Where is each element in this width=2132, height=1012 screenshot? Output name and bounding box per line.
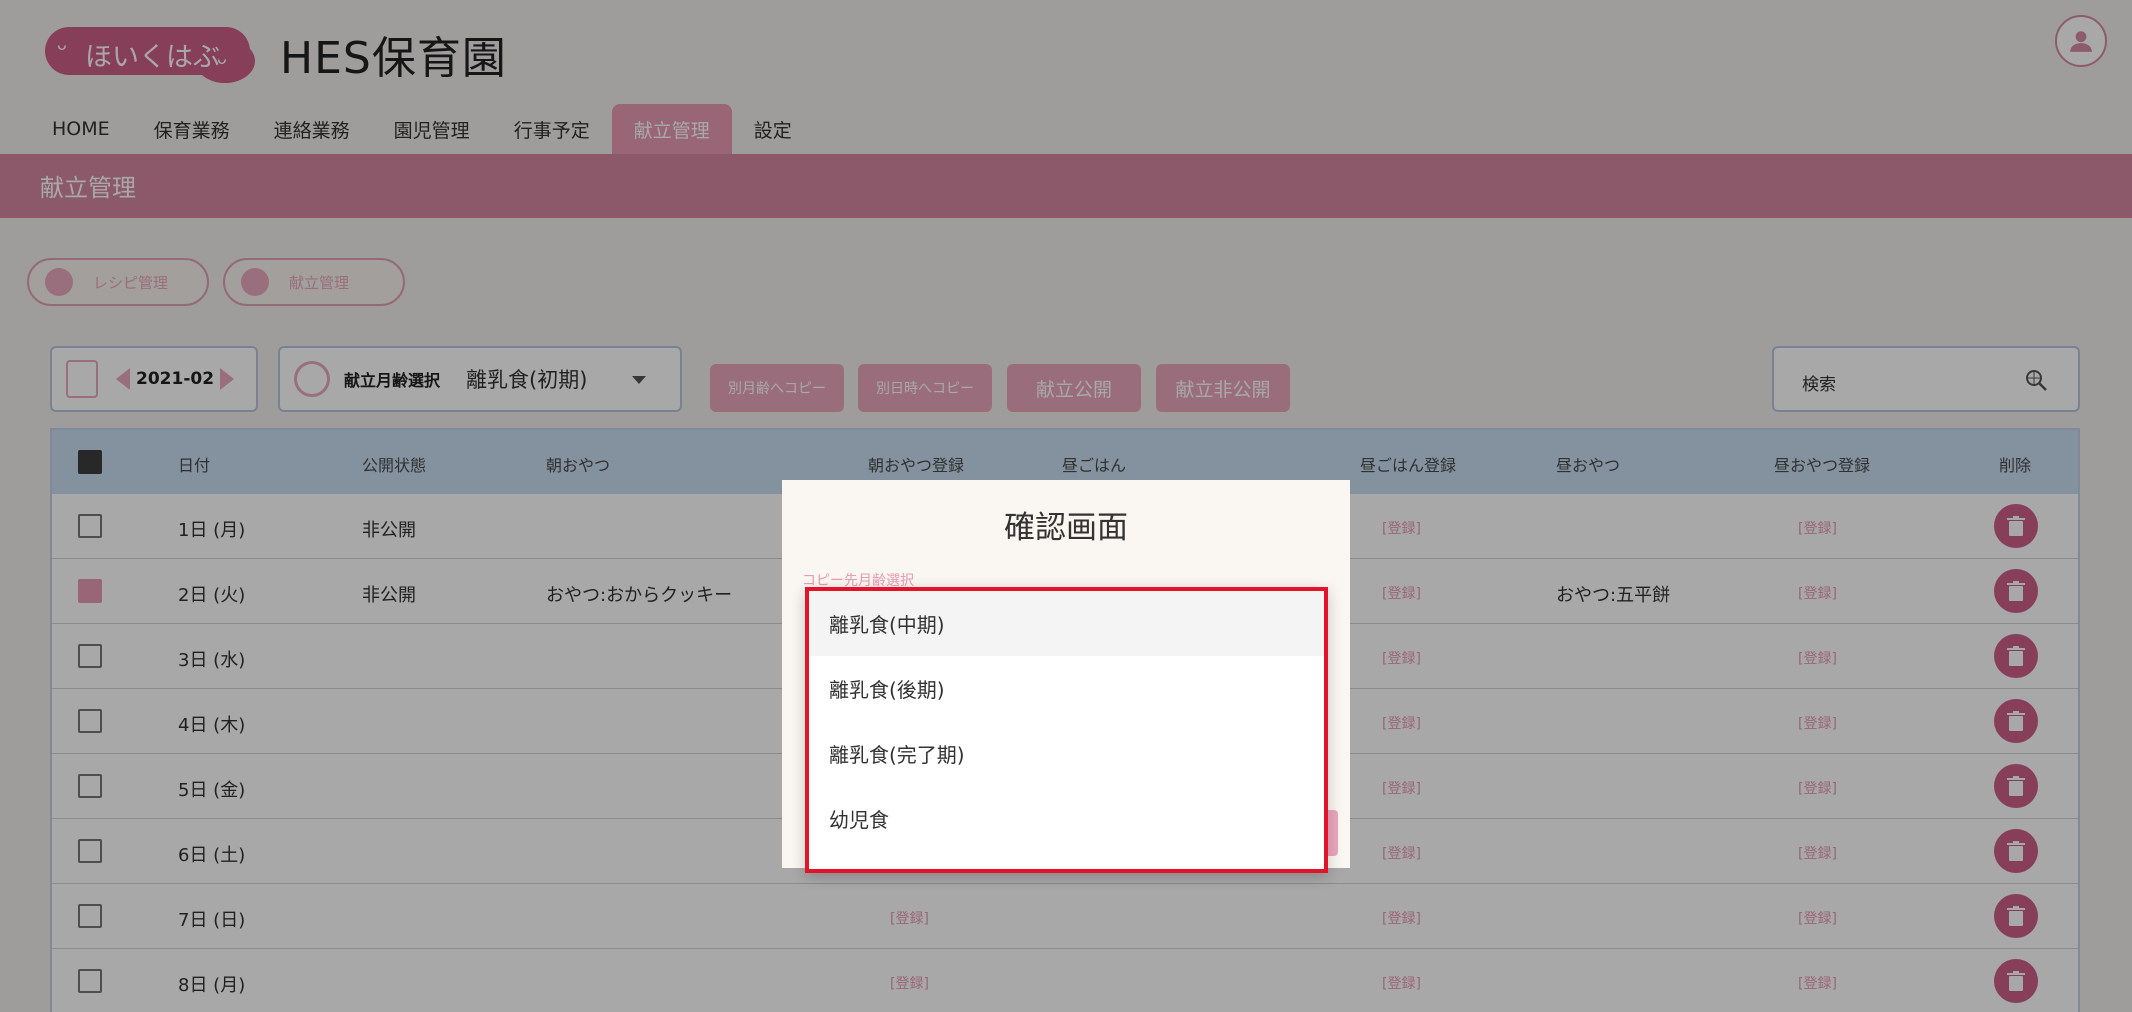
dialog-title: 確認画面: [1004, 510, 1128, 546]
option-mid-weaning[interactable]: 離乳食(中期): [809, 591, 1324, 656]
option-complete-weaning[interactable]: 離乳食(完了期): [809, 721, 1324, 786]
option-late-weaning[interactable]: 離乳食(後期): [809, 656, 1324, 721]
option-toddler-food[interactable]: 幼児食: [809, 786, 1324, 851]
age-options-dropdown: 離乳食(中期) 離乳食(後期) 離乳食(完了期) 幼児食: [805, 587, 1328, 873]
dialog-action-button[interactable]: [1328, 810, 1338, 856]
